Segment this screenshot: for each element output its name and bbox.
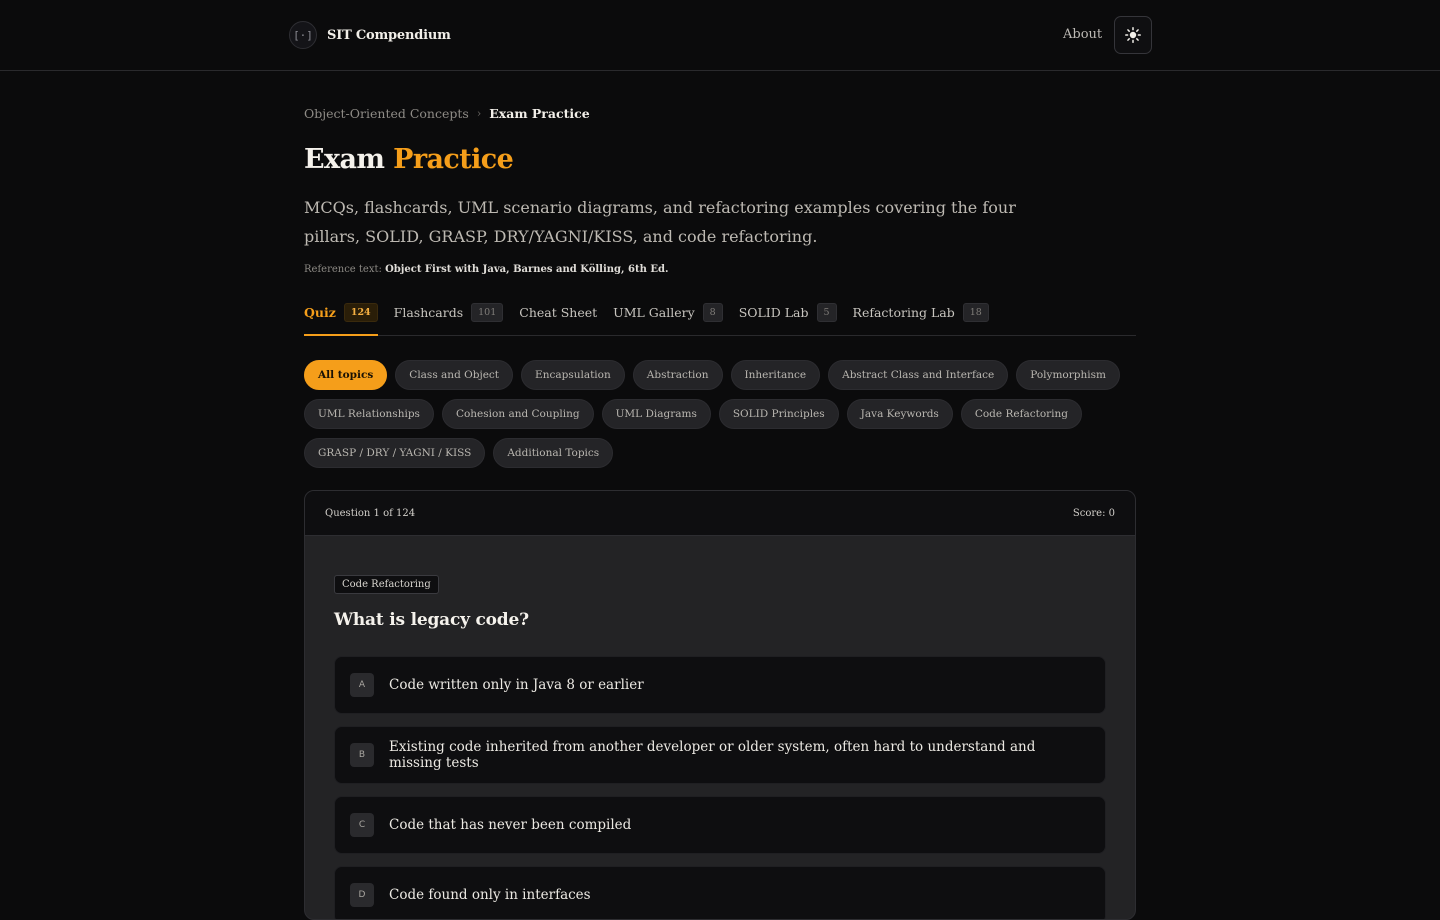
breadcrumb-parent-link[interactable]: Object-Oriented Concepts xyxy=(304,106,469,121)
chip-encapsulation[interactable]: Encapsulation xyxy=(521,360,625,390)
chip-abstract-class-and-interface[interactable]: Abstract Class and Interface xyxy=(828,360,1009,390)
brand-name: SIT Compendium xyxy=(327,27,451,43)
tab-uml-gallery[interactable]: UML Gallery 8 xyxy=(613,296,723,329)
option-text: Code found only in interfaces xyxy=(389,887,591,903)
quiz-card-body: Code Refactoring What is legacy code? A … xyxy=(305,536,1135,919)
option-text: Existing code inherited from another dev… xyxy=(389,739,1036,771)
chip-all-topics[interactable]: All topics xyxy=(304,360,388,390)
tab-label: SOLID Lab xyxy=(738,305,809,320)
tab-count-badge: 18 xyxy=(962,303,989,322)
page-description: MCQs, flashcards, UML scenario diagrams,… xyxy=(304,198,1016,246)
chip-inheritance[interactable]: Inheritance xyxy=(730,360,821,390)
nav-about-link[interactable]: About xyxy=(1063,27,1102,42)
chip-uml-diagrams[interactable]: UML Diagrams xyxy=(601,399,711,429)
quiz-card-header: Question 1 of 124 Score: 0 xyxy=(305,491,1135,536)
tab-count-badge: 8 xyxy=(702,303,723,322)
chip-class-and-object[interactable]: Class and Object xyxy=(395,360,514,390)
topic-filter-chips: All topics Class and Object Encapsulatio… xyxy=(304,360,1136,468)
tab-label: Refactoring Lab xyxy=(852,305,955,320)
reference-label: Reference text: xyxy=(304,264,382,275)
tab-refactoring-lab[interactable]: Refactoring Lab 18 xyxy=(853,296,989,329)
breadcrumb: Object-Oriented Concepts › Exam Practice xyxy=(304,106,590,121)
chip-abstraction[interactable]: Abstraction xyxy=(632,360,723,390)
option-letter-badge: D xyxy=(350,883,374,907)
brand-logo-icon: [·] xyxy=(289,21,317,49)
question-topic-tag: Code Refactoring xyxy=(334,575,439,594)
breadcrumb-separator-icon: › xyxy=(476,107,482,120)
answer-option-c[interactable]: C Code that has never been compiled xyxy=(334,796,1106,854)
tab-label: Quiz xyxy=(304,305,336,320)
tab-count-badge: 5 xyxy=(816,303,837,322)
answer-option-a[interactable]: A Code written only in Java 8 or earlier xyxy=(334,656,1106,714)
tab-label: Flashcards xyxy=(393,305,464,320)
tab-quiz[interactable]: Quiz 124 xyxy=(304,296,378,336)
breadcrumb-current: Exam Practice xyxy=(489,106,590,121)
chip-polymorphism[interactable]: Polymorphism xyxy=(1016,360,1120,390)
quiz-card: Question 1 of 124 Score: 0 Code Refactor… xyxy=(304,490,1136,920)
chip-code-refactoring[interactable]: Code Refactoring xyxy=(960,399,1083,429)
tab-label: Cheat Sheet xyxy=(519,305,598,320)
sun-icon xyxy=(1125,27,1141,43)
chip-grasp-dry-yagni-kiss[interactable]: GRASP / DRY / YAGNI / KISS xyxy=(304,438,486,468)
tab-flashcards[interactable]: Flashcards 101 xyxy=(394,296,504,329)
chip-additional-topics[interactable]: Additional Topics xyxy=(493,438,614,468)
tab-cheat-sheet[interactable]: Cheat Sheet xyxy=(519,296,597,329)
brand-link[interactable]: [·] SIT Compendium xyxy=(289,21,451,49)
page-title-part2: Practice xyxy=(393,144,514,175)
option-text: Code that has never been compiled xyxy=(389,817,632,833)
chip-uml-relationships[interactable]: UML Relationships xyxy=(304,399,434,429)
tab-label: UML Gallery xyxy=(613,305,695,320)
quiz-score: Score: 0 xyxy=(1072,507,1115,519)
answer-option-d[interactable]: D Code found only in interfaces xyxy=(334,866,1106,919)
reference-value: Object First with Java, Barnes and Kölli… xyxy=(385,264,669,275)
option-text: Code written only in Java 8 or earlier xyxy=(389,677,644,693)
answer-option-b[interactable]: B Existing code inherited from another d… xyxy=(334,726,1106,784)
tab-count-badge: 101 xyxy=(471,303,504,322)
answer-options: A Code written only in Java 8 or earlier… xyxy=(334,656,1106,919)
tab-solid-lab[interactable]: SOLID Lab 5 xyxy=(739,296,837,329)
theme-toggle-button[interactable] xyxy=(1114,16,1152,54)
page-title: Exam Practice xyxy=(304,144,514,175)
chip-cohesion-and-coupling[interactable]: Cohesion and Coupling xyxy=(441,399,594,429)
question-text: What is legacy code? xyxy=(334,610,529,630)
chip-java-keywords[interactable]: Java Keywords xyxy=(846,399,953,429)
section-tabs: Quiz 124 Flashcards 101 Cheat Sheet UML … xyxy=(304,296,1136,336)
page-title-part1: Exam xyxy=(304,144,385,175)
question-progress: Question 1 of 124 xyxy=(325,507,416,519)
reference-text: Reference text: Object First with Java, … xyxy=(304,264,668,275)
tab-count-badge: 124 xyxy=(343,303,378,322)
option-letter-badge: C xyxy=(350,813,374,837)
option-letter-badge: A xyxy=(350,673,374,697)
top-navbar: [·] SIT Compendium About xyxy=(0,0,1440,71)
chip-solid-principles[interactable]: SOLID Principles xyxy=(718,399,839,429)
option-letter-badge: B xyxy=(350,743,374,767)
